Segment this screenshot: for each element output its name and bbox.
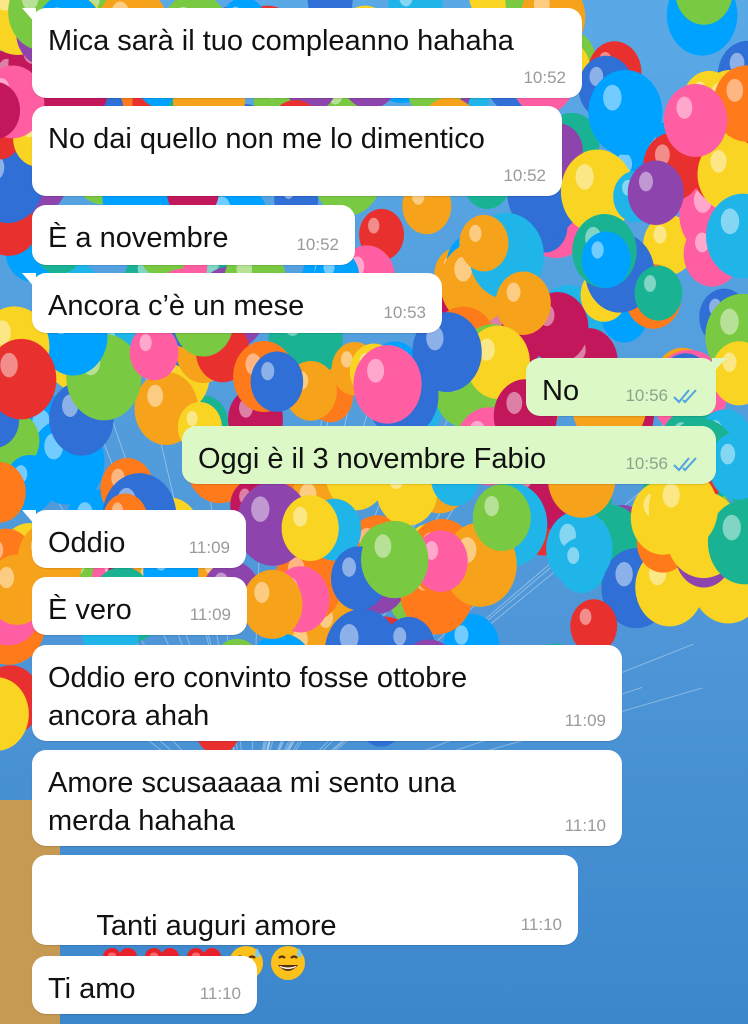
message-incoming[interactable]: Tanti auguri amore 11:10 xyxy=(32,855,578,980)
message-text: Amore scusaaaaa mi sento una merda hahah… xyxy=(48,767,456,837)
message-outgoing[interactable]: No 10:56 xyxy=(526,358,726,416)
message-time: 11:09 xyxy=(564,711,606,730)
message-time: 10:52 xyxy=(523,68,566,87)
message-text: No dai quello non me lo dimentico xyxy=(48,123,485,155)
message-text: Oddio ero convinto fosse ottobre ancora … xyxy=(48,662,468,732)
read-receipt-double-check-icon xyxy=(673,389,697,404)
message-time: 10:53 xyxy=(383,303,426,322)
message-incoming[interactable]: No dai quello non me lo dimentico 10:52 xyxy=(32,106,562,196)
message-time: 11:09 xyxy=(189,605,231,624)
message-incoming[interactable]: È a novembre 10:52 xyxy=(32,205,355,265)
message-text: È a novembre xyxy=(48,222,229,254)
message-outgoing[interactable]: Oggi è il 3 novembre Fabio 10:56 xyxy=(182,426,716,484)
grinning-sweat-face-emoji-icon xyxy=(271,946,306,980)
chat-message-list[interactable]: Mica sarà il tuo compleanno hahaha 10:52… xyxy=(0,0,748,1024)
message-incoming[interactable]: Ti amo 11:10 xyxy=(32,956,257,1014)
message-incoming[interactable]: Amore scusaaaaa mi sento una merda hahah… xyxy=(32,750,622,846)
message-incoming[interactable]: Ancora c’è un mese 10:53 xyxy=(22,273,442,333)
read-receipt-double-check-icon xyxy=(673,457,697,472)
message-incoming[interactable]: È vero 11:09 xyxy=(32,577,247,635)
message-time: 10:56 xyxy=(625,386,668,405)
message-time: 11:10 xyxy=(199,984,241,1003)
message-text: Tanti auguri amore xyxy=(96,910,337,942)
message-incoming[interactable]: Oddio 11:09 xyxy=(22,510,246,568)
message-time: 10:56 xyxy=(625,454,668,473)
message-time: 11:09 xyxy=(188,538,230,557)
message-incoming[interactable]: Mica sarà il tuo compleanno hahaha 10:52 xyxy=(22,8,582,98)
message-time: 10:52 xyxy=(503,166,546,185)
message-time: 11:10 xyxy=(564,816,606,835)
message-time: 11:10 xyxy=(520,915,562,934)
message-text: Mica sarà il tuo compleanno hahaha xyxy=(48,25,514,57)
message-incoming[interactable]: Oddio ero convinto fosse ottobre ancora … xyxy=(32,645,622,741)
message-time: 10:52 xyxy=(296,235,339,254)
message-text: Ancora c’è un mese xyxy=(48,290,305,322)
